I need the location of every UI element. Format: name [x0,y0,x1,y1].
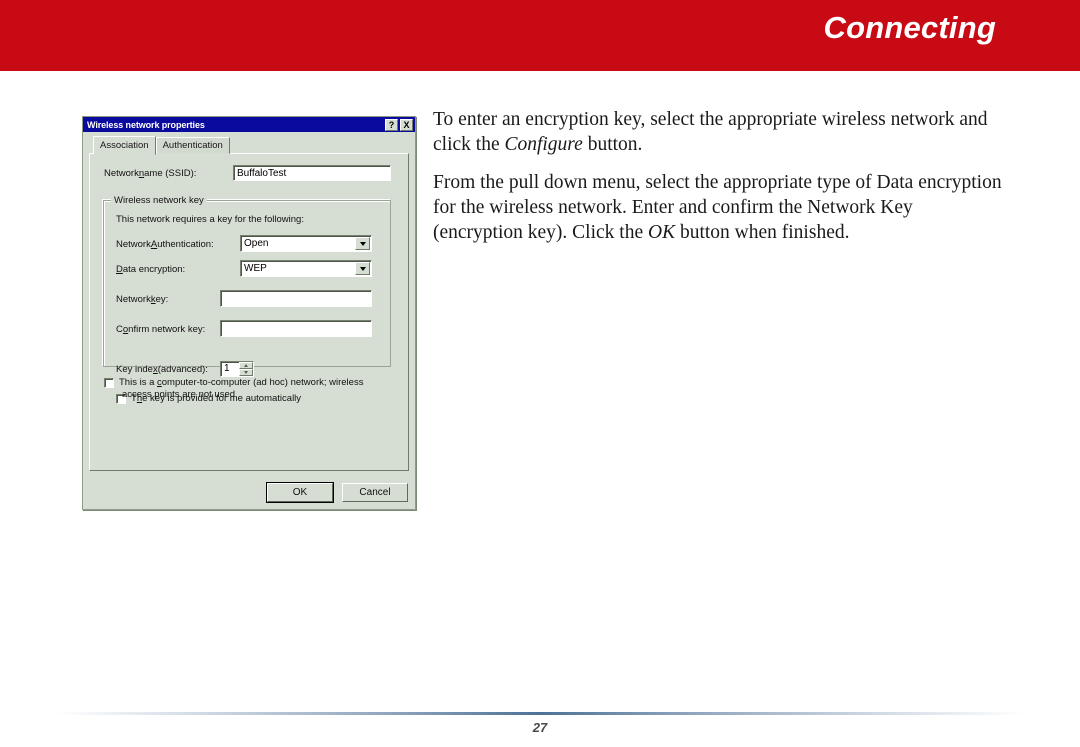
ssid-input[interactable]: BuffaloTest [233,165,391,181]
dialog-body: Association Authentication Network n ame … [83,132,415,509]
instruction-paragraph-2: From the pull down menu, select the appr… [433,170,1003,245]
key-index-spin-buttons[interactable] [239,362,253,376]
group-description: This network requires a key for the foll… [116,214,304,225]
spin-down-icon[interactable] [239,369,253,376]
instruction-paragraph-1: To enter an encryption key, select the a… [433,107,1003,157]
confirm-network-key-label: Co nfirm network key: [116,324,205,335]
help-icon[interactable]: ? [385,118,398,131]
key-index-label: Key inde x (advanced): [116,364,208,375]
tab-association[interactable]: Association [93,136,156,155]
cancel-button[interactable]: Cancel [342,483,408,502]
data-encryption-label: Data encryption: [116,264,185,275]
wireless-network-properties-dialog: Wireless network properties ? X Associat… [82,116,416,510]
ssid-label-pre: Network [104,168,139,179]
paragraph-1-segment-3: button. [582,134,643,155]
dataenc-label-accel: D [116,264,123,275]
confkey-label-post: nfirm network key: [128,324,206,335]
network-key-label: Network k ey: [116,294,168,305]
tab-strip: Association Authentication [93,136,409,155]
netkey-label-pre: Network [116,294,151,305]
chevron-down-icon[interactable] [355,237,370,250]
chevron-down-icon[interactable] [355,262,370,275]
adhoc-label-pre: This is a [119,377,158,388]
data-encryption-select[interactable]: WEP [240,260,372,277]
tab-authentication[interactable]: Authentication [155,137,230,154]
dialog-titlebar[interactable]: Wireless network properties ? X [83,117,415,132]
network-key-input[interactable] [220,290,372,307]
netauth-label-pre: Network [116,239,151,250]
keyindex-label-post: (advanced): [157,364,208,375]
paragraph-2-segment-3: button when finished. [675,222,850,243]
network-authentication-label: Network Authentication: [116,239,214,250]
dialog-title: Wireless network properties [87,119,205,130]
ok-button[interactable]: OK [266,482,334,503]
network-authentication-select[interactable]: Open [240,235,372,252]
confkey-label-pre: C [116,324,123,335]
adhoc-checkbox[interactable] [104,378,114,388]
footer-divider [55,712,1025,715]
confirm-network-key-input[interactable] [220,320,372,337]
instruction-text: To enter an encryption key, select the a… [433,107,1003,258]
wireless-network-key-groupbox: Wireless network key This network requir… [103,195,391,404]
header-banner: Connecting [0,0,1080,71]
spin-up-icon[interactable] [239,362,253,369]
dataenc-label-post: ata encryption: [122,264,186,275]
netkey-label-post: ey: [155,294,169,305]
key-index-value: 1 [224,363,230,374]
page-title: Connecting [823,10,996,45]
adhoc-label-line2: access points are not used [122,389,236,400]
network-authentication-value: Open [244,238,269,249]
keyindex-label-pre: Key inde [116,364,153,375]
paragraph-2-emphasis-ok: OK [647,222,676,243]
tab-panel-association: Network n ame (SSID): BuffaloTest Wireles… [89,153,409,471]
adhoc-label: This is a computer-to-computer (ad hoc) … [119,377,363,401]
ssid-label-post: ame (SSID): [144,168,197,179]
dialog-button-row: OK Cancel [266,482,408,503]
netauth-label-post: uthentication: [157,239,214,250]
close-icon[interactable]: X [400,118,413,131]
ssid-label: Network n ame (SSID): [104,168,196,179]
adhoc-checkbox-row[interactable]: This is a computer-to-computer (ad hoc) … [104,377,363,401]
paragraph-1-emphasis-configure: Configure [504,134,583,155]
data-encryption-value: WEP [244,263,267,274]
adhoc-label-post: omputer-to-computer (ad hoc) network; wi… [161,377,364,388]
key-index-stepper[interactable]: 1 [220,361,254,377]
groupbox-title: Wireless network key [111,195,207,206]
page-number: 27 [532,720,548,735]
